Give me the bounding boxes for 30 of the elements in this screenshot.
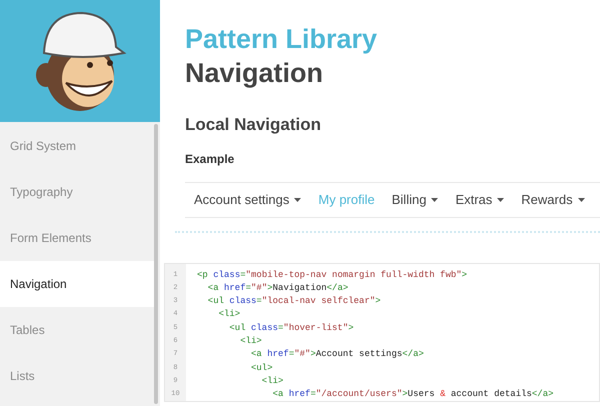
code-line: <ul class="local-nav selfclear">	[206, 295, 382, 308]
page-subtitle: Navigation	[185, 57, 324, 89]
example-label: Example	[185, 150, 236, 168]
code-line: <li>	[239, 334, 263, 348]
nav-tab[interactable]: Rewards	[521, 190, 585, 210]
sidebar-item[interactable]: Lists	[0, 353, 154, 399]
sidebar-item[interactable]: Navigation	[0, 261, 154, 307]
sidebar-item[interactable]: Tables	[0, 307, 154, 353]
code-line: <li>	[260, 374, 284, 388]
caret-icon	[431, 198, 438, 202]
code-line: <a href="/account/users">Users & account details</a>	[272, 388, 554, 402]
sidebar-item[interactable]: Form Elements	[0, 215, 154, 261]
nav-tab[interactable]: Account settings	[194, 190, 302, 210]
caret-icon	[578, 198, 585, 202]
code-line: <ul class="hover-list">	[228, 322, 355, 335]
caret-icon	[294, 198, 302, 202]
sidebar-item[interactable]: Grid System	[0, 123, 154, 169]
code-line: <a href="#">Account settings</a>	[250, 348, 425, 362]
code-line: <li>	[218, 308, 242, 322]
nav-tab[interactable]: Extras	[455, 190, 504, 210]
page-title: Pattern Library	[185, 24, 378, 54]
code-line: <a href="#">Navigation</a>	[206, 282, 350, 295]
sidebar-item[interactable]: Typography	[0, 169, 154, 215]
code-line: <ul>	[250, 362, 274, 375]
scrollbar[interactable]	[154, 124, 158, 404]
code-line: <p class="mobile-top-nav nomargin full-width fwb">	[197, 268, 468, 282]
caret-icon	[497, 198, 504, 202]
nav-tab[interactable]: Billing	[392, 190, 438, 210]
section-title: Local Navigation	[185, 114, 322, 136]
nav-tab[interactable]: My profile	[318, 190, 375, 210]
